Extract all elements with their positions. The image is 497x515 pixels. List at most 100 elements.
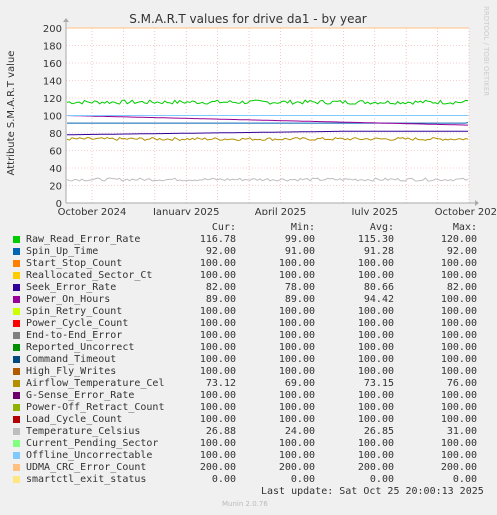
- legend-row: UDMA_CRC_Error_Count 200.00 200.00 200.00 20…: [0, 462, 497, 474]
- legend-value-cur: 116.78: [199, 234, 236, 245]
- munin-version: Munin 2.0.76: [222, 500, 268, 508]
- legend-swatch: [13, 380, 20, 387]
- legend-swatch: [13, 356, 20, 363]
- legend-series-name: Command_Timeout: [26, 354, 117, 365]
- legend-value-avg: 94.42: [363, 294, 394, 305]
- legend-series-name: High_Fly_Writes: [26, 366, 117, 377]
- legend-value-min: 200.00: [278, 462, 315, 473]
- legend-value-cur: 100.00: [199, 414, 236, 425]
- legend-value-min: 100.00: [278, 354, 315, 365]
- legend-series-name: Offline_Uncorrectable: [26, 450, 153, 461]
- legend-series-name: Spin_Up_Time: [26, 246, 99, 257]
- legend-row: Power_Cycle_Count 100.00 100.00 100.00 100.0…: [0, 318, 497, 330]
- last-update: Last update: Sat Oct 25 20:00:13 2025: [261, 486, 484, 497]
- legend-row: Start_Stop_Count 100.00 100.00 100.00 100.00: [0, 258, 497, 270]
- legend-series-name: Start_Stop_Count: [26, 258, 123, 269]
- legend-value-avg: 200.00: [357, 462, 394, 473]
- legend-value-avg: 100.00: [357, 270, 394, 281]
- legend-series-name: UDMA_CRC_Error_Count: [26, 462, 147, 473]
- legend-series-name: Current_Pending_Sector: [26, 438, 159, 449]
- legend-value-min: 24.00: [284, 426, 315, 437]
- legend-value-cur: 100.00: [199, 402, 236, 413]
- legend-row: Current_Pending_Sector 100.00 100.00 100.00…: [0, 438, 497, 450]
- legend-row: Airflow_Temperature_Cel 73.12 69.00 73.15 76…: [0, 378, 497, 390]
- legend-series-name: smartctl_exit_status: [26, 474, 147, 485]
- legend-value-cur: 92.00: [205, 246, 236, 257]
- legend-value-max: 100.00: [440, 414, 477, 425]
- legend-value-min: 100.00: [278, 258, 315, 269]
- legend-swatch: [13, 296, 20, 303]
- legend-value-avg: 100.00: [357, 390, 394, 401]
- legend-value-max: 31.00: [446, 426, 477, 437]
- legend-value-avg: 115.30: [357, 234, 394, 245]
- legend-row: Seek_Error_Rate 82.00 78.00 80.66 82.00: [0, 282, 497, 294]
- legend-row: Reported_Uncorrect 100.00 100.00 100.00 100.…: [0, 342, 497, 354]
- legend-row: G-Sense_Error_Rate 100.00 100.00 100.00 100.…: [0, 390, 497, 402]
- legend-value-cur: 82.00: [205, 282, 236, 293]
- header-max: Max:: [452, 222, 477, 233]
- legend-value-max: 100.00: [440, 258, 477, 269]
- legend-swatch: [13, 452, 20, 459]
- legend-value-avg: 80.66: [363, 282, 394, 293]
- legend-value-min: 100.00: [278, 450, 315, 461]
- legend-row: smartctl_exit_status 0.00 0.00 0.00 0.00: [0, 474, 497, 486]
- legend-value-max: 0.00: [452, 474, 477, 485]
- legend-value-min: 100.00: [278, 342, 315, 353]
- legend-value-max: 200.00: [440, 462, 477, 473]
- legend-series-name: Power-Off_Retract_Count: [26, 402, 165, 413]
- legend-value-cur: 100.00: [199, 366, 236, 377]
- legend-value-min: 100.00: [278, 402, 315, 413]
- legend-value-avg: 100.00: [357, 318, 394, 329]
- legend-swatch: [13, 428, 20, 435]
- legend-value-cur: 100.00: [199, 258, 236, 269]
- legend-series-name: End-to-End_Error: [26, 330, 123, 341]
- legend-value-max: 100.00: [440, 402, 477, 413]
- legend-value-avg: 100.00: [357, 330, 394, 341]
- legend-swatch: [13, 440, 20, 447]
- legend-value-avg: 100.00: [357, 414, 394, 425]
- legend-value-min: 69.00: [284, 378, 315, 389]
- legend-swatch: [13, 248, 20, 255]
- legend-value-max: 100.00: [440, 294, 477, 305]
- legend-series-name: Seek_Error_Rate: [26, 282, 117, 293]
- legend-row: Spin_Up_Time 92.00 91.00 91.28 92.00: [0, 246, 497, 258]
- legend-value-min: 100.00: [278, 390, 315, 401]
- legend-series-name: Reallocated_Sector_Ct: [26, 270, 153, 281]
- legend-value-avg: 91.28: [363, 246, 394, 257]
- legend-swatch: [13, 476, 20, 483]
- legend-value-avg: 100.00: [357, 366, 394, 377]
- legend-swatch: [13, 368, 20, 375]
- legend-value-cur: 100.00: [199, 270, 236, 281]
- legend-value-max: 76.00: [446, 378, 477, 389]
- legend-swatch: [13, 392, 20, 399]
- legend-value-avg: 100.00: [357, 438, 394, 449]
- legend-value-cur: 200.00: [199, 462, 236, 473]
- legend-swatch: [13, 260, 20, 267]
- legend-swatch: [13, 284, 20, 291]
- legend-swatch: [13, 272, 20, 279]
- legend-value-max: 100.00: [440, 318, 477, 329]
- legend-value-max: 92.00: [446, 246, 477, 257]
- legend-value-max: 100.00: [440, 450, 477, 461]
- legend-value-min: 100.00: [278, 366, 315, 377]
- legend-value-min: 100.00: [278, 306, 315, 317]
- legend-value-cur: 0.00: [211, 474, 236, 485]
- legend-swatch: [13, 464, 20, 471]
- legend-value-cur: 100.00: [199, 390, 236, 401]
- legend-table: Cur: Min: Avg: Max: Raw_Read_Error_Rate 1…: [0, 0, 497, 515]
- legend-value-cur: 100.00: [199, 330, 236, 341]
- legend-row: Reallocated_Sector_Ct 100.00 100.00 100.00 1…: [0, 270, 497, 282]
- legend-swatch: [13, 236, 20, 243]
- legend-value-max: 100.00: [440, 306, 477, 317]
- legend-series-name: Raw_Read_Error_Rate: [26, 234, 141, 245]
- legend-value-max: 100.00: [440, 438, 477, 449]
- legend-swatch: [13, 344, 20, 351]
- legend-value-min: 100.00: [278, 270, 315, 281]
- legend-value-max: 100.00: [440, 342, 477, 353]
- legend-value-max: 100.00: [440, 330, 477, 341]
- legend-series-name: Airflow_Temperature_Cel: [26, 378, 165, 389]
- legend-series-name: Power_On_Hours: [26, 294, 111, 305]
- legend-value-cur: 100.00: [199, 318, 236, 329]
- legend-value-cur: 73.12: [205, 378, 236, 389]
- legend-value-cur: 100.00: [199, 438, 236, 449]
